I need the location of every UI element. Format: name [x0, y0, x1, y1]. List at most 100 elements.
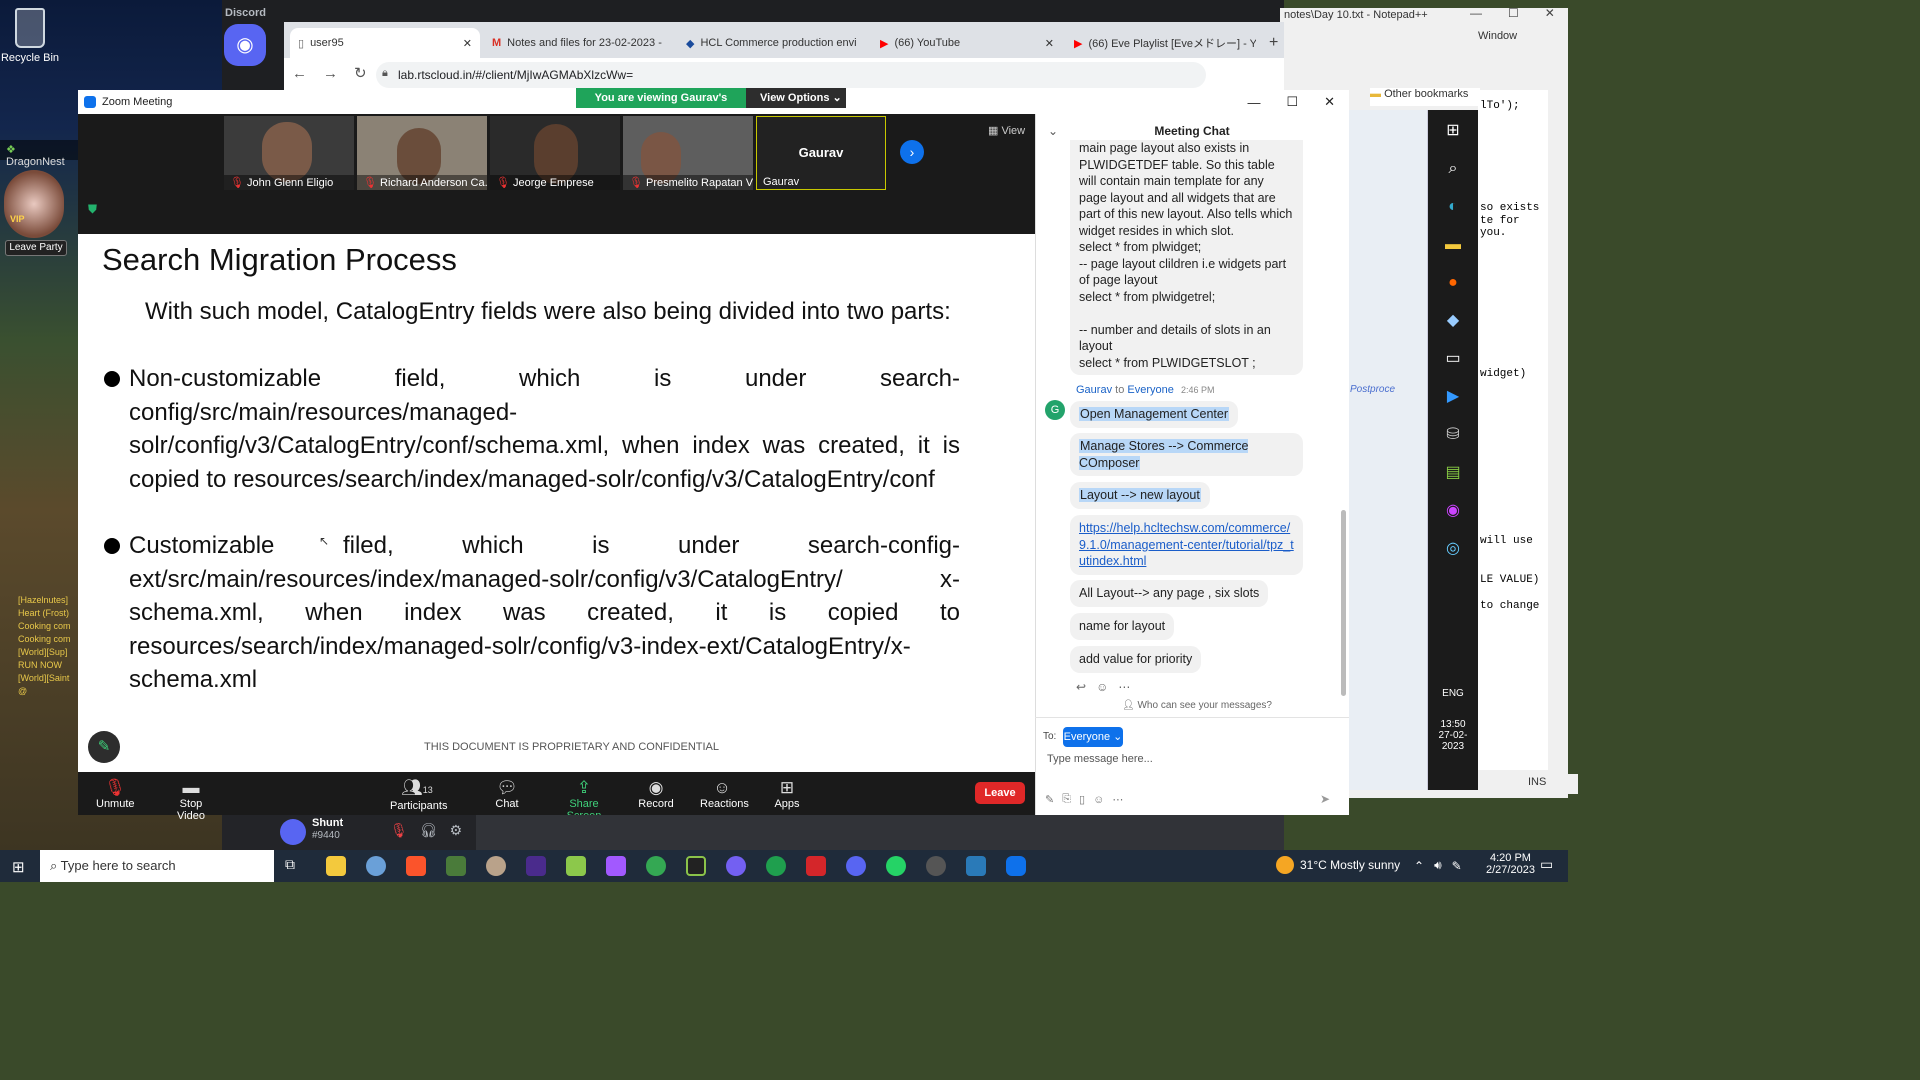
- chat-message[interactable]: https://help.hcltechsw.com/commerce/9.1.…: [1070, 515, 1303, 575]
- settings-gear-icon[interactable]: ⚙: [450, 822, 463, 839]
- app-icon[interactable]: [446, 856, 466, 876]
- app-icon[interactable]: [926, 856, 946, 876]
- unmute-button[interactable]: 🎙︎ Unmute: [96, 778, 135, 810]
- zoom-icon[interactable]: [1006, 856, 1026, 876]
- minimize-icon[interactable]: —: [1470, 6, 1482, 20]
- next-page-button[interactable]: ›: [900, 140, 924, 164]
- address-bar[interactable]: 🔒︎ lab.rtscloud.in/#/client/MjIwAGMAbXlz…: [376, 62, 1206, 88]
- maximize-icon[interactable]: ☐: [1286, 94, 1298, 110]
- back-icon[interactable]: ←: [292, 65, 307, 82]
- chat-message[interactable]: Layout --> new layout: [1070, 482, 1210, 509]
- search-icon[interactable]: ⌕: [1428, 150, 1478, 188]
- chat-input[interactable]: Type message here...: [1047, 753, 1337, 771]
- more-icon[interactable]: ⋯: [1112, 793, 1123, 806]
- new-tab-button[interactable]: +: [1269, 34, 1278, 52]
- folder-icon[interactable]: ▬: [1428, 226, 1478, 264]
- discord-home-icon[interactable]: ◉: [224, 24, 266, 66]
- taskbar-search[interactable]: ⌕ Type here to search: [40, 850, 274, 882]
- notepad-menu-window[interactable]: Window: [1478, 30, 1517, 42]
- close-icon[interactable]: ✕: [1324, 94, 1335, 110]
- close-icon[interactable]: ✕: [1045, 37, 1054, 50]
- emoji-icon[interactable]: ☺: [1093, 794, 1104, 806]
- more-icon[interactable]: ⋯: [1118, 680, 1130, 694]
- brave-icon[interactable]: [406, 856, 426, 876]
- terminal-icon[interactable]: ▭: [1428, 340, 1478, 378]
- other-bookmarks[interactable]: ▬ Other bookmarks: [1370, 88, 1480, 106]
- headphones-icon[interactable]: 🎧︎: [420, 822, 438, 839]
- view-options-button[interactable]: View Options ⌄: [746, 88, 846, 108]
- edge-icon[interactable]: [766, 856, 786, 876]
- windows-start-icon[interactable]: ⊞: [12, 858, 25, 876]
- browser-tab[interactable]: ▶ (66) YouTube ✕: [872, 28, 1062, 58]
- weather-text[interactable]: 31°C Mostly sunny: [1300, 858, 1400, 872]
- firefox-icon[interactable]: ●: [1428, 264, 1478, 302]
- app-icon[interactable]: ◆: [1428, 302, 1478, 340]
- app2-icon[interactable]: ◉: [1428, 492, 1478, 530]
- annotate-pencil-icon[interactable]: ✎: [88, 731, 120, 763]
- figma-icon[interactable]: [606, 856, 626, 876]
- participant-tile[interactable]: Gaurav Gaurav: [756, 116, 886, 190]
- database-icon[interactable]: ⛁: [1428, 416, 1478, 454]
- leave-meeting-button[interactable]: Leave: [975, 782, 1025, 804]
- participant-tile[interactable]: 🎙︎ Richard Anderson Ca...: [357, 116, 487, 190]
- recipient-dropdown[interactable]: Everyone ⌄: [1063, 727, 1123, 747]
- app-icon[interactable]: [686, 856, 706, 876]
- reply-icon[interactable]: ↩: [1076, 680, 1086, 694]
- powershell-icon[interactable]: ▶: [1428, 378, 1478, 416]
- chat-message[interactable]: name for layout: [1070, 613, 1175, 640]
- maximize-icon[interactable]: ☐: [1508, 6, 1519, 20]
- participants-button[interactable]: 👥︎13 Participants: [390, 778, 447, 812]
- windows-start-icon[interactable]: ⊞: [1428, 112, 1478, 150]
- notepad-editor[interactable]: lTo'); so exists te for you. widget) wil…: [1478, 90, 1548, 770]
- dragonnest-bar[interactable]: ❖ DragonNest: [0, 140, 78, 168]
- stop-video-button[interactable]: ▬ Stop Video: [166, 778, 216, 822]
- browser-tab[interactable]: M Notes and files for 23-02-2023 -: [484, 28, 674, 58]
- app-icon[interactable]: [366, 856, 386, 876]
- task-view-icon[interactable]: ⧉: [285, 856, 305, 876]
- notepad-plus-icon[interactable]: [566, 856, 586, 876]
- volume-icon[interactable]: 🔊︎: [1434, 858, 1442, 873]
- app-icon[interactable]: [806, 856, 826, 876]
- browser-tab[interactable]: ◆ HCL Commerce production envi: [678, 28, 868, 58]
- who-can-see-link[interactable]: 👤︎ Who can see your messages?: [1122, 700, 1272, 711]
- whatsapp-icon[interactable]: [886, 856, 906, 876]
- participant-tile[interactable]: 🎙︎ Presmelito Rapatan V...: [623, 116, 753, 190]
- close-icon[interactable]: ✕: [463, 37, 472, 50]
- file-icon[interactable]: ▯: [1079, 793, 1085, 806]
- forward-icon[interactable]: →: [323, 65, 338, 82]
- intellij-icon[interactable]: [526, 856, 546, 876]
- chrome-icon[interactable]: [646, 856, 666, 876]
- browser-tab[interactable]: ▶ (66) Eve Playlist [Eveメドレー] - Yo: [1066, 28, 1256, 58]
- chat-message[interactable]: Open Management Center: [1070, 401, 1239, 428]
- chat-message[interactable]: All Layout--> any page , six slots: [1070, 580, 1269, 607]
- chat-link[interactable]: https://help.hcltechsw.com/commerce/9.1.…: [1079, 521, 1294, 568]
- viber-icon[interactable]: [726, 856, 746, 876]
- avatar[interactable]: [280, 819, 306, 845]
- browser-tab[interactable]: ▯ user95 ✕: [290, 28, 480, 58]
- screenshot-icon[interactable]: ⎘: [1062, 793, 1071, 806]
- chat-message[interactable]: Manage Stores --> Commerce COmposer: [1070, 433, 1303, 476]
- app-icon[interactable]: [966, 856, 986, 876]
- chevron-up-icon[interactable]: ⌃: [1414, 859, 1424, 873]
- emoji-icon[interactable]: ☺: [1096, 680, 1108, 694]
- gallery-view-button[interactable]: ▦ View: [988, 124, 1025, 137]
- language-indicator[interactable]: ENG: [1428, 688, 1478, 699]
- recycle-bin[interactable]: Recycle Bin: [0, 8, 65, 64]
- participant-tile[interactable]: 🎙︎ John Glenn Eligio: [224, 116, 354, 190]
- chat-scrollbar[interactable]: [1341, 510, 1346, 696]
- notepad-icon[interactable]: ▤: [1428, 454, 1478, 492]
- discord-icon[interactable]: [846, 856, 866, 876]
- apps-button[interactable]: ⊞ Apps: [774, 778, 800, 810]
- chat-button[interactable]: 💬︎ Chat: [494, 778, 520, 810]
- format-icon[interactable]: ✎: [1045, 793, 1054, 806]
- app-icon[interactable]: [486, 856, 506, 876]
- reactions-button[interactable]: ☺ Reactions: [700, 778, 749, 810]
- close-icon[interactable]: ✕: [1545, 6, 1555, 20]
- record-button[interactable]: ◉ Record: [638, 778, 674, 810]
- mic-muted-icon[interactable]: 🎙︎: [390, 822, 408, 839]
- chat-message[interactable]: add value for priority: [1070, 646, 1202, 673]
- reload-icon[interactable]: ↻: [354, 64, 367, 82]
- edge-icon[interactable]: ◐: [1428, 188, 1478, 226]
- file-explorer-icon[interactable]: [326, 856, 346, 876]
- notifications-icon[interactable]: ▭: [1540, 856, 1553, 873]
